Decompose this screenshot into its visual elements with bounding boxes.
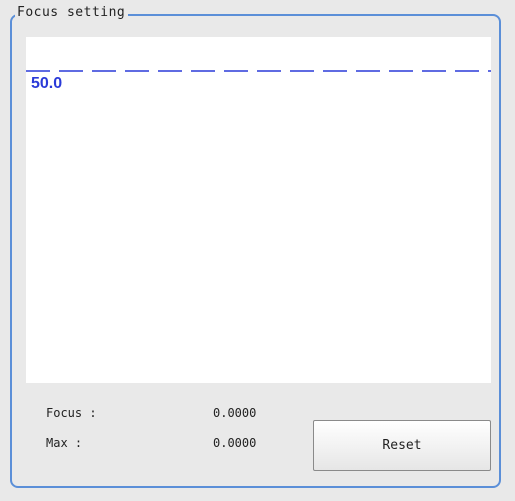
focus-graph	[26, 70, 491, 72]
max-label: Max :	[46, 436, 83, 450]
focus-label: Focus :	[46, 406, 97, 420]
reset-button[interactable]: Reset	[313, 420, 491, 471]
focus-value: 0.0000	[213, 406, 257, 420]
graph-scale-label: 50.0	[31, 75, 63, 92]
panel-title: Focus setting	[15, 5, 129, 21]
max-value: 0.0000	[213, 436, 257, 450]
focus-graph-area: 50.0	[26, 37, 491, 383]
